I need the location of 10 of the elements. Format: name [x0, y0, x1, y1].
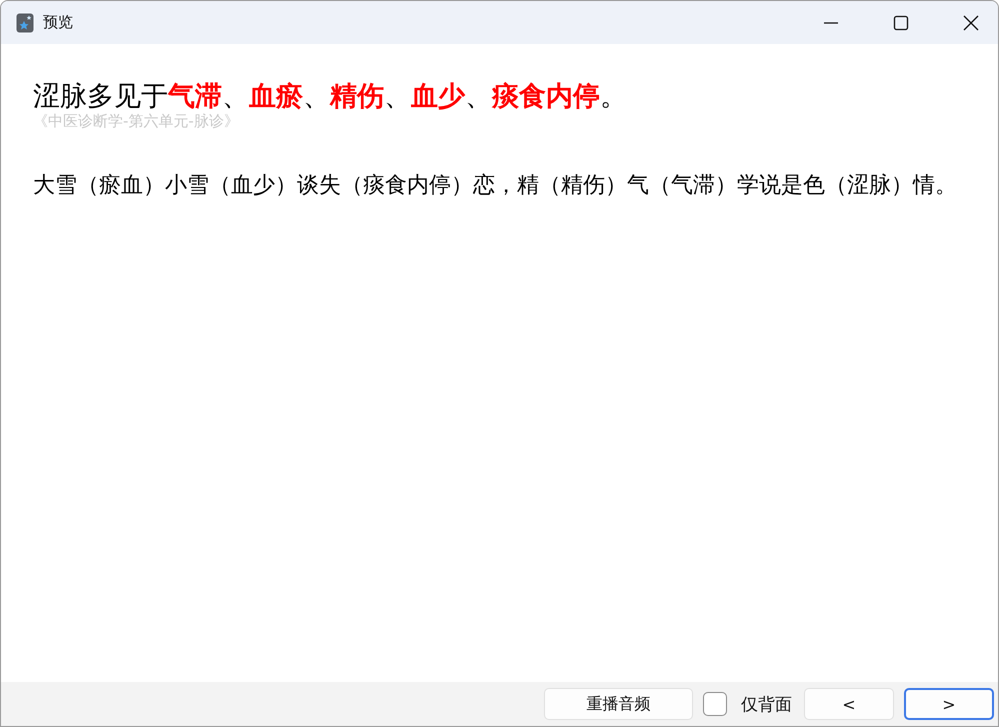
close-icon[interactable]: [963, 14, 979, 30]
replay-audio-button[interactable]: 重播音频: [544, 688, 693, 720]
previous-button[interactable]: <: [804, 688, 894, 720]
back-only-checkbox[interactable]: [703, 692, 727, 716]
mnemonic-text: 大雪（瘀血）小雪（血少）谈失（痰食内停）恋，精（精伤）气（气滞）学说是色（涩脉）情。: [33, 172, 958, 200]
window-title: 预览: [43, 13, 73, 32]
heading: 涩脉多见于气滞、血瘀、精伤、血少、痰食内停。: [33, 80, 628, 114]
maximize-icon[interactable]: [893, 14, 909, 30]
next-button[interactable]: >: [904, 688, 994, 720]
back-only-label[interactable]: 仅背面: [741, 692, 792, 716]
